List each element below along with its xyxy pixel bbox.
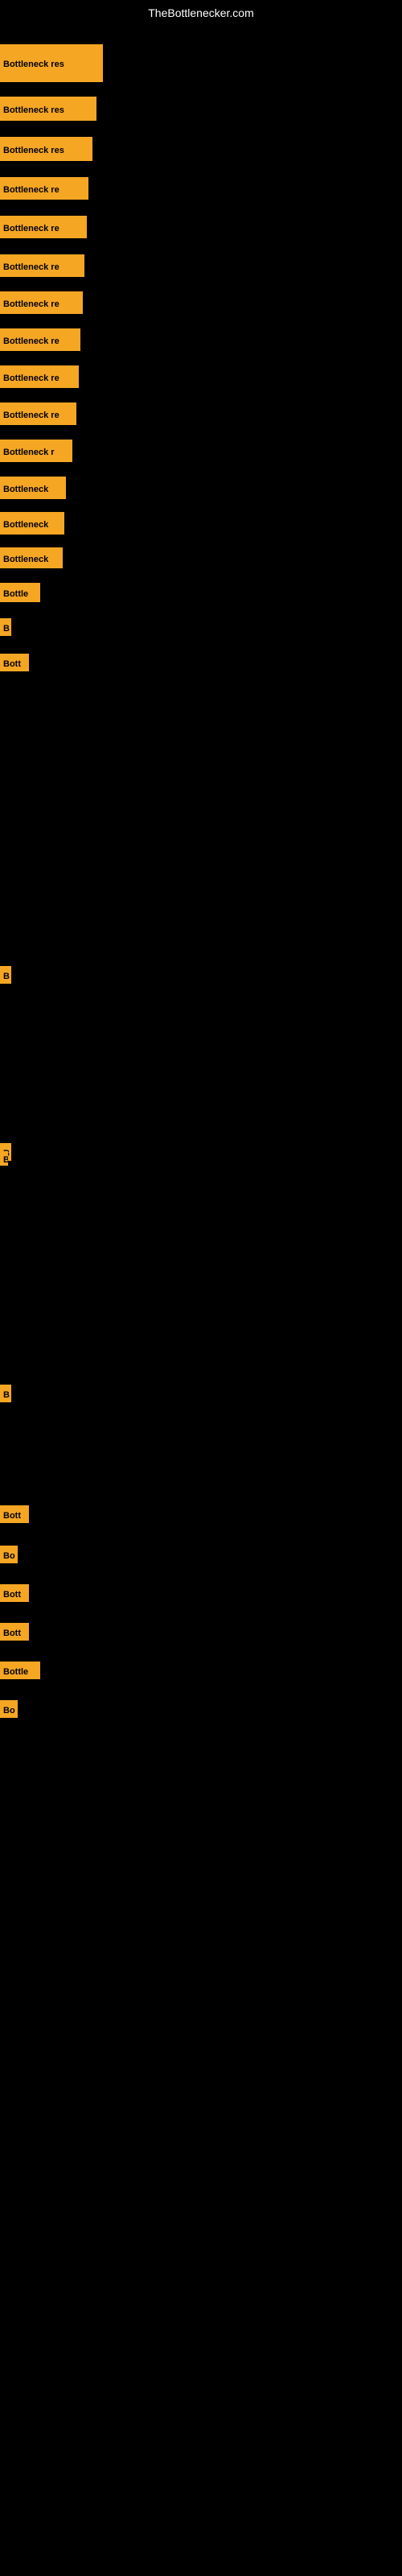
- bottleneck-badge-27: Bo: [0, 1700, 18, 1718]
- bottleneck-badge-12: Bottleneck: [0, 477, 66, 499]
- bottleneck-badge-24: Bott: [0, 1584, 29, 1602]
- bottleneck-badge-4: Bottleneck re: [0, 177, 88, 200]
- bottleneck-badge-18: B: [0, 966, 11, 984]
- bottleneck-badge-26: Bottle: [0, 1662, 40, 1679]
- bottleneck-badge-11: Bottleneck r: [0, 440, 72, 462]
- bottleneck-badge-3: Bottleneck res: [0, 137, 92, 161]
- bottleneck-badge-9: Bottleneck re: [0, 365, 79, 388]
- bottleneck-badge-10: Bottleneck re: [0, 402, 76, 425]
- bottleneck-badge-5: Bottleneck re: [0, 216, 87, 238]
- bottleneck-badge-15: Bottle: [0, 583, 40, 602]
- bottleneck-badge-8: Bottleneck re: [0, 328, 80, 351]
- bottleneck-badge-21: B: [0, 1385, 11, 1402]
- bottleneck-badge-25: Bott: [0, 1623, 29, 1641]
- bottleneck-badge-20: B: [0, 1151, 8, 1166]
- site-title: TheBottlenecker.com: [148, 6, 254, 19]
- bottleneck-badge-17: Bott: [0, 654, 29, 671]
- bottleneck-badge-6: Bottleneck re: [0, 254, 84, 277]
- bottleneck-badge-1: Bottleneck res: [0, 44, 103, 82]
- bottleneck-badge-22: Bott: [0, 1505, 29, 1523]
- bottleneck-badge-16: B: [0, 618, 11, 636]
- bottleneck-badge-2: Bottleneck res: [0, 97, 96, 121]
- bottleneck-badge-7: Bottleneck re: [0, 291, 83, 314]
- bottleneck-badge-23: Bo: [0, 1546, 18, 1563]
- bottleneck-badge-14: Bottleneck: [0, 547, 63, 568]
- bottleneck-badge-13: Bottleneck: [0, 512, 64, 535]
